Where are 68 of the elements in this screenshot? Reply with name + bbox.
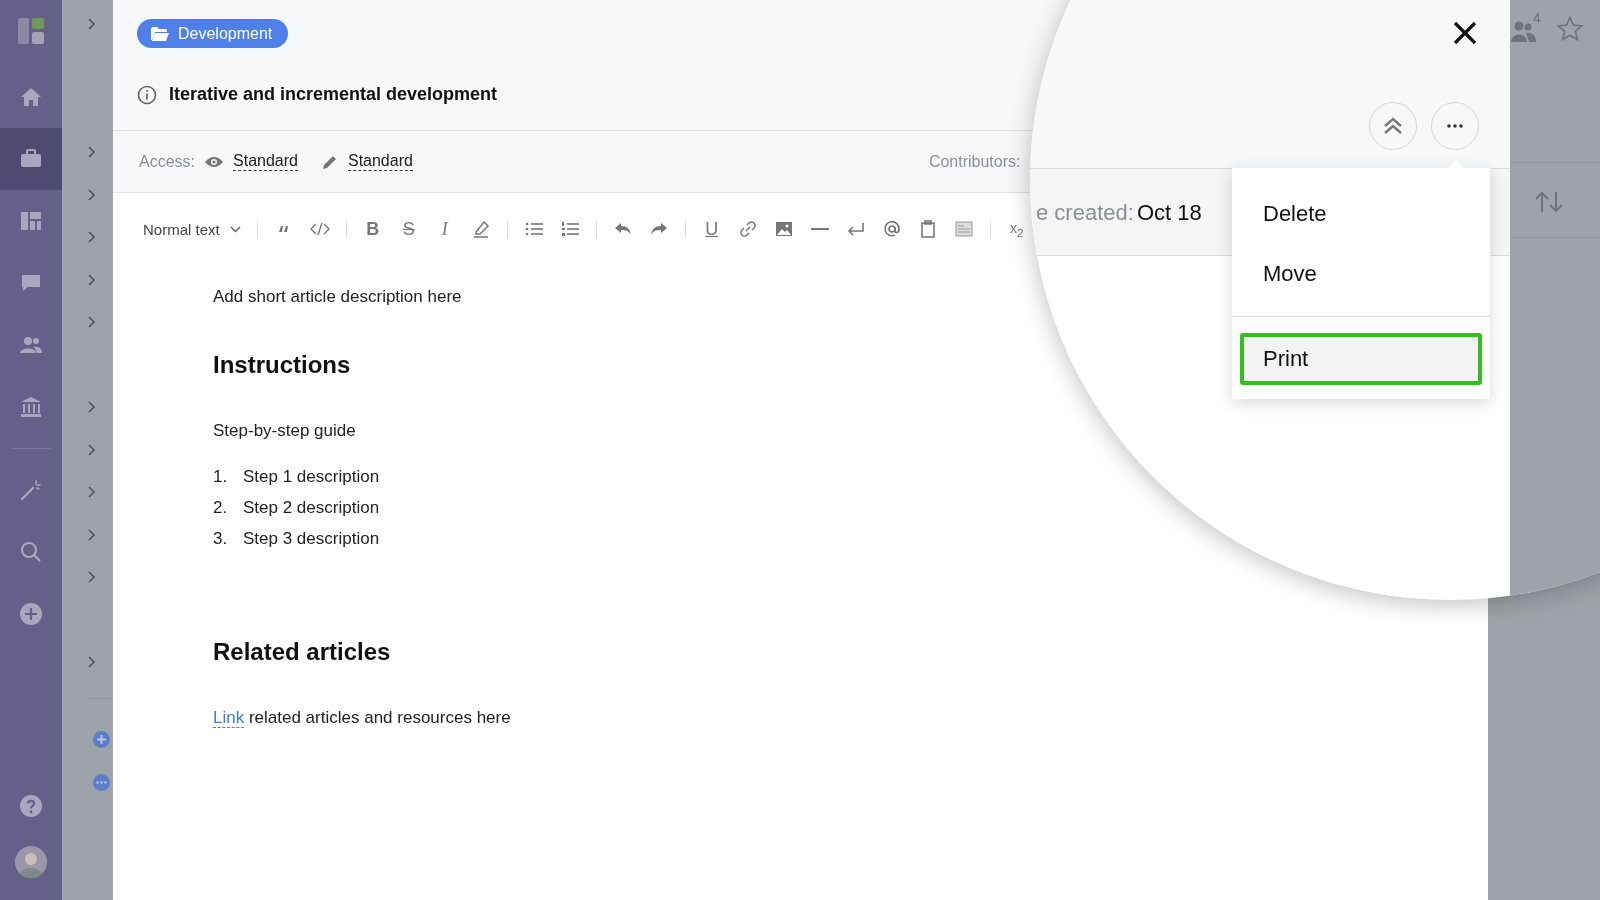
pencil-icon — [321, 153, 338, 170]
menu-item[interactable]: Move — [1238, 244, 1484, 304]
underline-button[interactable]: U — [701, 218, 722, 240]
eye-icon — [205, 155, 223, 168]
plus-icon — [19, 602, 43, 626]
dashboard-icon — [19, 209, 43, 233]
menu-item[interactable]: Print — [1240, 333, 1482, 385]
list-number: 1. — [213, 466, 229, 487]
template-icon[interactable] — [953, 219, 974, 239]
chevron-icon[interactable] — [88, 274, 96, 286]
list-item: Step 1 description — [243, 466, 380, 487]
strikethrough-button[interactable]: S — [398, 218, 419, 240]
chevron-icon[interactable] — [88, 316, 96, 328]
search-icon — [19, 540, 43, 564]
chevron-icon[interactable] — [88, 146, 96, 158]
help-icon[interactable] — [19, 794, 43, 818]
access-label: Access: — [139, 152, 195, 171]
chevron-icon[interactable] — [88, 444, 96, 456]
folder-tag[interactable]: Development — [137, 19, 289, 48]
chevron-icon[interactable] — [88, 656, 96, 668]
date-created-label: e created: — [1036, 200, 1134, 226]
chevron-icon[interactable] — [88, 231, 96, 243]
chevron-icon[interactable] — [88, 189, 96, 201]
chevron-icon[interactable] — [88, 401, 96, 413]
more-icon[interactable] — [93, 774, 110, 791]
chevron-icon[interactable] — [88, 529, 96, 541]
menu-item[interactable]: Delete — [1238, 184, 1484, 244]
edit-access-link[interactable]: Standard — [347, 152, 413, 171]
paragraph: Add short article description here — [213, 287, 462, 307]
mention-icon[interactable] — [881, 219, 902, 239]
paragraph: Step-by-step guide — [213, 421, 356, 441]
view-access-link[interactable]: Standard — [233, 152, 298, 171]
link[interactable]: Link — [213, 708, 245, 728]
numbered-list-icon[interactable] — [559, 219, 580, 239]
sort-icon[interactable] — [1534, 190, 1564, 214]
paragraph: Link related articles and resources here — [213, 708, 511, 728]
chevron-icon[interactable] — [88, 571, 96, 583]
star-icon[interactable] — [1556, 15, 1584, 43]
caret-icon — [229, 225, 241, 233]
subscript-button[interactable]: x$_{2}$ — [1006, 219, 1027, 239]
wand-icon — [19, 478, 43, 502]
contributors-label: Contributors: — [928, 152, 1021, 171]
text-style-dropdown[interactable]: Normal text — [143, 220, 241, 238]
info-icon[interactable] — [137, 84, 157, 105]
ellipsis-icon — [1447, 124, 1463, 128]
list-number: 3. — [213, 528, 229, 549]
list-item: Step 2 description — [243, 497, 380, 518]
logo-icon — [18, 18, 44, 44]
list-number: 2. — [213, 497, 229, 518]
add-icon[interactable] — [93, 731, 110, 748]
bank-icon — [19, 395, 43, 419]
article-title: Iterative and incremental development — [169, 84, 498, 105]
bold-button[interactable]: B — [362, 218, 383, 240]
list-item: Step 3 description — [243, 528, 380, 549]
home-icon — [19, 85, 43, 109]
chevron-icon[interactable] — [88, 18, 96, 30]
double-chevron-up-icon — [1383, 117, 1403, 135]
chevron-icon[interactable] — [88, 486, 96, 498]
date-created-value: Oct 18 — [1137, 200, 1202, 226]
section-heading: Related articles — [213, 638, 391, 666]
italic-button[interactable]: I — [434, 218, 455, 240]
folder-icon — [151, 26, 169, 41]
sidebar-item[interactable] — [0, 128, 62, 190]
close-icon[interactable] — [1453, 21, 1477, 45]
link-icon[interactable] — [737, 219, 758, 239]
avatar[interactable] — [15, 846, 47, 878]
section-heading: Instructions — [213, 351, 351, 379]
image-icon[interactable] — [773, 219, 794, 239]
